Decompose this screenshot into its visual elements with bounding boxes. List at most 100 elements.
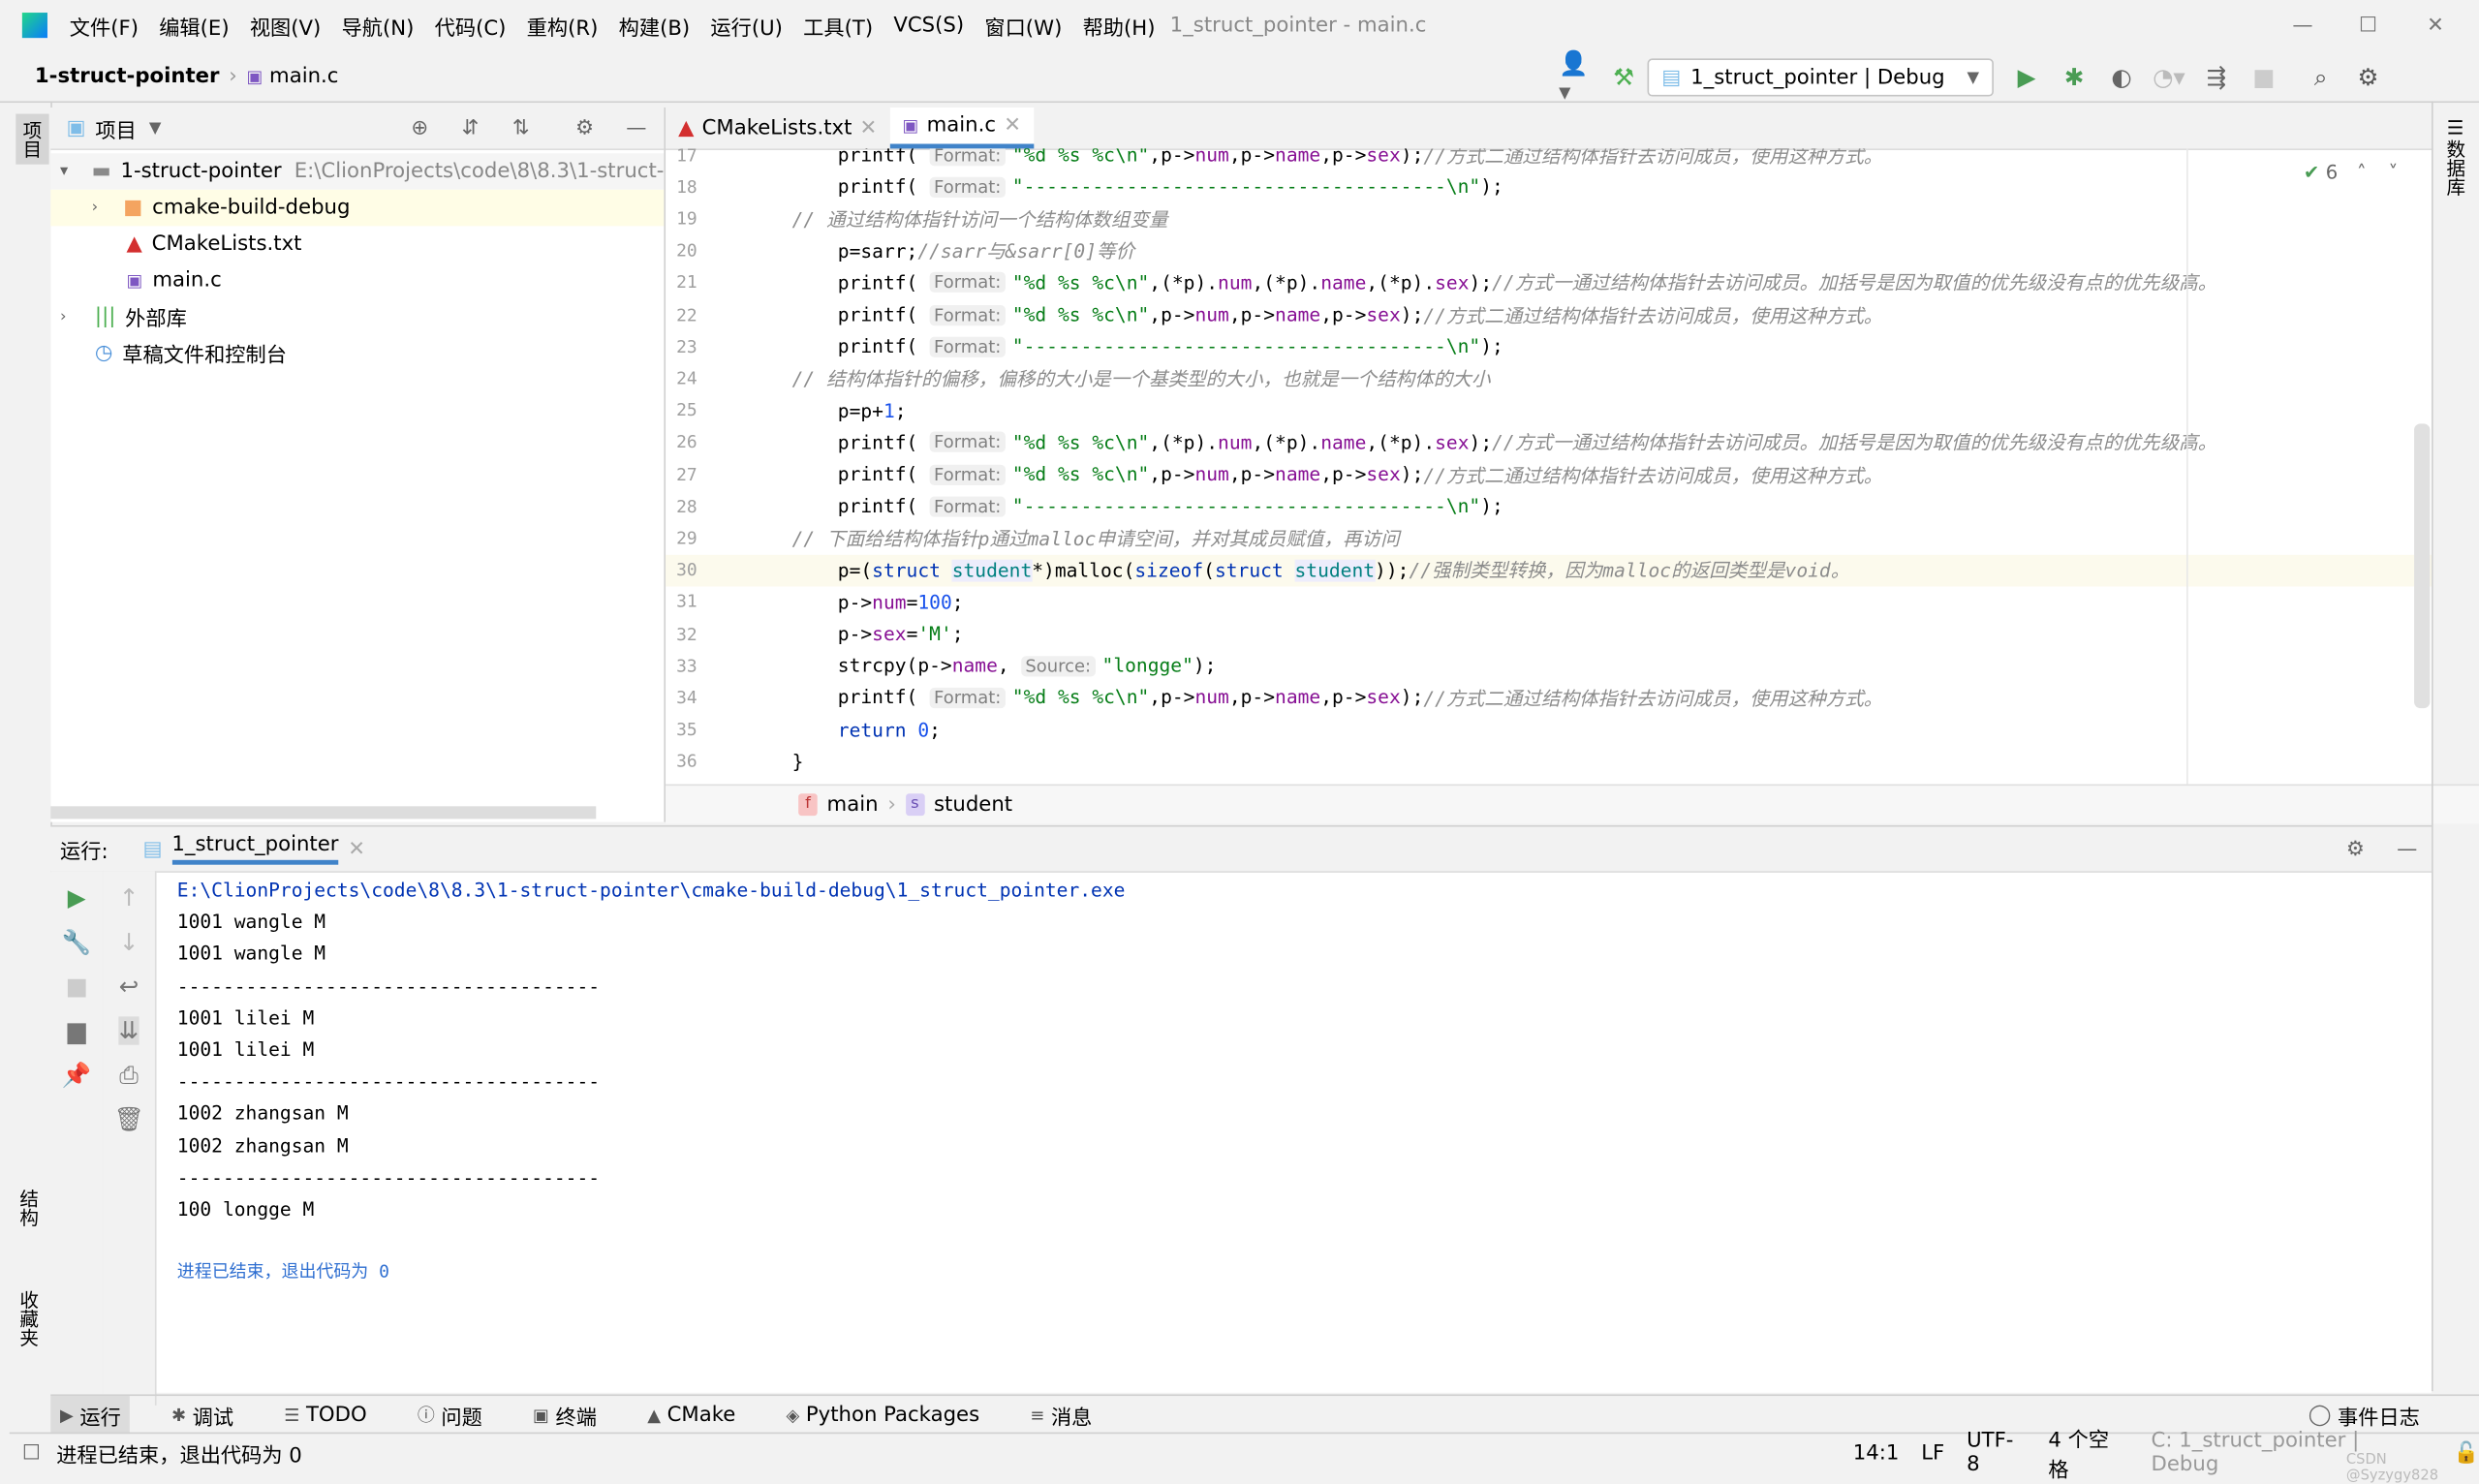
expand-all-icon[interactable]: ⇵ [462, 116, 480, 139]
tool-tab-终端[interactable]: ▣ 终端 [523, 1396, 606, 1434]
code-line[interactable]: 35 return 0; [666, 714, 2433, 746]
close-tab-icon[interactable]: ✕ [860, 116, 878, 139]
tool-tab-todo[interactable]: ☰ TODO [275, 1396, 377, 1434]
breadcrumb-student[interactable]: student [934, 792, 1012, 816]
tab-main-c[interactable]: ▣ main.c ✕ [889, 107, 1035, 149]
stop-icon[interactable]: ■ [66, 973, 88, 1001]
pin-icon[interactable]: 📌 [62, 1061, 91, 1089]
collapse-all-icon[interactable]: ⇅ [512, 116, 530, 139]
rerun-icon[interactable]: ▶ [68, 883, 86, 912]
menu-item[interactable]: 窗口(W) [984, 11, 1062, 40]
code-line[interactable]: 26 printf( Format: "%d %s %c\n" ,(*p). num,… [666, 426, 2433, 458]
hide-panel-icon[interactable]: — [626, 116, 646, 139]
console-output[interactable]: E:\ClionProjects\code\8\8.3\1-struct-poi… [177, 874, 1126, 1288]
settings-gear-icon[interactable]: ⚙ [2351, 60, 2386, 95]
horizontal-scrollbar[interactable] [50, 806, 597, 819]
build-hammer-icon[interactable]: ⚒ [1606, 60, 1641, 95]
code-line[interactable]: 20 p=sarr;//sarr与&sarr[0]等价 [666, 235, 2433, 267]
indent-setting[interactable]: 4 个空格 [2048, 1423, 2128, 1482]
breadcrumb-main[interactable]: main [827, 792, 879, 816]
tool-tab-调试[interactable]: ✱ 调试 [162, 1396, 243, 1434]
code-line[interactable]: 29 // 下面给结构体指针p通过malloc申请空间，并对其成员赋值，再访问 [666, 522, 2433, 554]
soft-wrap-icon[interactable]: ↩ [119, 973, 139, 1001]
vertical-scrollbar[interactable] [2414, 423, 2431, 709]
code-line[interactable]: 25 p=p+ 1; [666, 394, 2433, 426]
code-line[interactable]: 32 p-> sex = 'M'; [666, 618, 2433, 650]
settings-gear-icon[interactable]: ⚙ [575, 116, 594, 139]
code-line[interactable]: 36} [666, 746, 2433, 778]
inspection-widget[interactable]: ✔ 6 ˄ ˅ [2303, 161, 2399, 184]
search-icon[interactable]: ⌕ [2304, 60, 2339, 95]
chevron-up-icon[interactable]: ˄ [2357, 161, 2367, 183]
chevron-down-icon[interactable]: ˅ [2388, 161, 2398, 183]
locate-icon[interactable]: ⊕ [411, 116, 428, 139]
tree-item-external-libraries[interactable]: › ||| 外部库 [50, 298, 664, 335]
code-line[interactable]: 21 printf( Format: "%d %s %c\n" ,(*p). num,… [666, 266, 2433, 298]
minimize-button[interactable]: — [2292, 14, 2312, 37]
scroll-to-end-icon[interactable]: ⇊ [118, 1016, 139, 1045]
code-line[interactable]: 24 // 结构体指针的偏移，偏移的大小是一个基类型的大小，也就是一个结构体的大小 [666, 362, 2433, 394]
structure-tool-button[interactable]: 结构 [15, 1189, 43, 1226]
menu-item[interactable]: 文件(F) [70, 11, 139, 40]
down-arrow-icon[interactable]: ↓ [119, 928, 139, 956]
tool-tab-运行[interactable]: ▶ 运行 [50, 1396, 131, 1435]
menu-item[interactable]: 视图(V) [250, 11, 322, 40]
project-view-select[interactable]: 项目 [95, 113, 136, 142]
toggle-tool-windows-icon[interactable]: ☐ [22, 1441, 41, 1465]
maximize-button[interactable]: ☐ [2359, 14, 2377, 37]
tree-item-cmake-build-debug[interactable]: › ■ cmake-build-debug [50, 189, 665, 227]
breadcrumb-file[interactable]: main.c [269, 64, 338, 87]
run-tab[interactable]: 1_struct_pointer [171, 833, 339, 865]
run-configuration-select[interactable]: ▤ 1_struct_pointer | Debug ▼ [1647, 58, 1994, 97]
stop-icon[interactable]: ■ [2247, 60, 2281, 95]
menu-item[interactable]: 导航(N) [342, 11, 415, 40]
up-arrow-icon[interactable]: ↑ [119, 883, 139, 912]
menu-item[interactable]: 帮助(H) [1083, 11, 1156, 40]
menu-item[interactable]: 构建(B) [619, 11, 691, 40]
close-tab-icon[interactable]: ✕ [348, 837, 365, 860]
menu-item[interactable]: 运行(U) [710, 11, 783, 40]
database-tool-button[interactable]: ☰数据库 [2442, 117, 2469, 197]
code-line[interactable]: 22 printf( Format: "%d %s %c\n" ,p-> num ,p-… [666, 298, 2433, 330]
tool-tab-问题[interactable]: ⓘ 问题 [408, 1396, 492, 1434]
hide-panel-icon[interactable]: — [2397, 837, 2417, 860]
print-icon[interactable]: ⎙ [119, 1061, 139, 1089]
code-line[interactable]: 31 p-> num = 100; [666, 586, 2433, 618]
tree-item-project-root[interactable]: ▾ ▬ 1-struct-pointer E:\ClionProjects\co… [50, 153, 665, 190]
code-line[interactable]: 23 printf( Format: "---------------------… [666, 330, 2433, 362]
tool-tab-python-packages[interactable]: ◈ Python Packages [777, 1396, 989, 1434]
wrench-icon[interactable]: 🔧 [62, 928, 91, 956]
menu-item[interactable]: 代码(C) [435, 11, 507, 40]
favorites-tool-button[interactable]: 收藏夹 [15, 1290, 43, 1347]
chevron-right-icon[interactable]: › [92, 200, 114, 217]
file-encoding[interactable]: UTF-8 [1967, 1429, 2026, 1476]
project-tool-button[interactable]: 项目 [15, 113, 49, 165]
coverage-icon[interactable]: ◐ [2104, 60, 2139, 95]
attach-icon[interactable]: ⇶ [2199, 60, 2234, 95]
run-icon[interactable]: ▶ [2009, 60, 2044, 95]
user-icon[interactable]: 👤▾ [1559, 49, 1594, 107]
line-separator[interactable]: LF [1921, 1441, 1944, 1465]
code-line[interactable]: 17 printf( Format: "%d %s %c\n" ,p-> num ,p-… [666, 148, 2433, 170]
menu-item[interactable]: VCS(S) [893, 14, 964, 37]
code-line[interactable]: 30 p=(struct student *)malloc(sizeof(stru… [666, 554, 2433, 586]
caret-position[interactable]: 14:1 [1853, 1441, 1900, 1465]
layout-icon[interactable]: ▆ [68, 1016, 86, 1044]
menu-item[interactable]: 编辑(E) [159, 11, 229, 40]
chevron-right-icon[interactable]: › [60, 308, 82, 325]
close-tab-icon[interactable]: ✕ [1004, 114, 1021, 138]
code-editor[interactable]: 17 printf( Format: "%d %s %c\n" ,p-> num ,p-… [666, 148, 2433, 784]
menu-item[interactable]: 重构(R) [527, 11, 599, 40]
tree-item-scratches[interactable]: ◷ 草稿文件和控制台 [50, 335, 664, 372]
close-button[interactable]: ✕ [2427, 14, 2444, 37]
code-line[interactable]: 33 strcpy(p-> name, Source: "longge"); [666, 650, 2433, 682]
menu-item[interactable]: 工具(T) [803, 11, 873, 40]
breadcrumb-project[interactable]: 1-struct-pointer [35, 64, 220, 87]
dropdown-arrow-icon[interactable]: ▼ [149, 119, 162, 137]
code-line[interactable]: 28 printf( Format: "---------------------… [666, 490, 2433, 522]
tab-cmakelists[interactable]: ▲ CMakeLists.txt ✕ [666, 108, 889, 148]
tree-item-cmakelists[interactable]: ▲ CMakeLists.txt [50, 226, 664, 263]
tool-tab-cmake[interactable]: ▲ CMake [637, 1396, 745, 1434]
debug-bug-icon[interactable]: ✱ [2057, 60, 2092, 95]
tool-tab-消息[interactable]: ≡ 消息 [1021, 1396, 1102, 1434]
